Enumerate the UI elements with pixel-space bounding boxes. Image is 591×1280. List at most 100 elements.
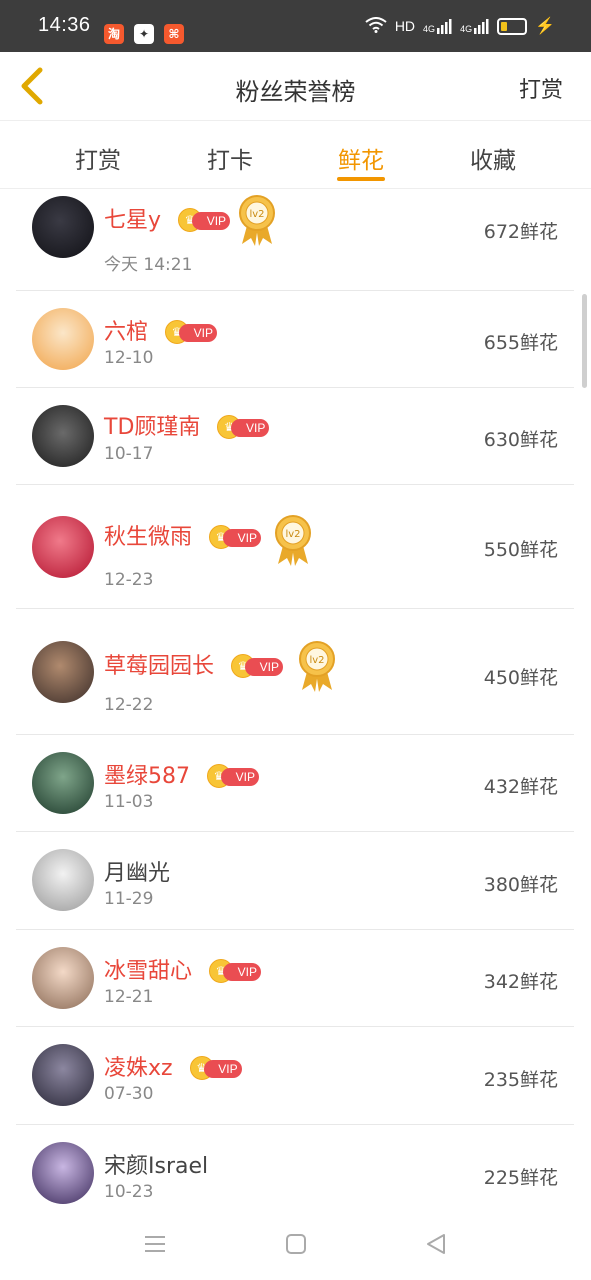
user-name-text: 凌姝xz [104,1056,173,1081]
user-name[interactable]: 墨绿587 ♛ VIP [104,758,259,790]
list-item[interactable]: 凌姝xz ♛ VIP 07-30 235鲜花 [16,1026,574,1125]
vip-label: VIP [245,658,284,676]
avatar[interactable] [32,849,94,911]
time-label: 12-21 [104,987,154,1007]
svg-text:lv2: lv2 [309,655,324,666]
tab-checkin[interactable]: 打卡 [180,141,280,175]
vip-label: VIP [231,419,270,437]
vip-badge: ♛ VIP [209,959,262,983]
user-name-text: 墨绿587 [104,764,190,789]
list-item[interactable]: 七星y ♛ VIP lv2 今天 14:21 672鲜花 [16,188,574,291]
time-label: 10-17 [104,444,154,464]
vip-label: VIP [223,963,262,981]
tab-flowers[interactable]: 鲜花 [311,141,411,175]
list-item[interactable]: TD顾瑾南 ♛ VIP 10-17 630鲜花 [16,387,574,485]
vip-badge: ♛ VIP [165,320,218,344]
user-name-text: 宋颜Israel [104,1154,209,1179]
menu-icon[interactable] [143,1232,167,1256]
flower-count: 432鲜花 [483,776,558,798]
user-name-text: 六棺 [104,320,149,345]
time-label: 11-29 [104,889,154,909]
list-item[interactable]: 六棺 ♛ VIP 12-10 655鲜花 [16,290,574,388]
svg-text:lv2: lv2 [249,209,264,220]
signal-4g-icon: 4G [423,18,452,34]
flower-count: 235鲜花 [483,1069,558,1091]
vip-label: VIP [203,1060,242,1078]
user-name-text: 月幽光 [104,861,171,886]
user-name-text: TD顾瑾南 [104,415,201,440]
avatar[interactable] [32,405,94,467]
back-icon[interactable] [424,1232,448,1256]
time-label: 12-23 [104,570,154,590]
vip-badge: ♛ VIP [217,415,270,439]
list-item[interactable]: 墨绿587 ♛ VIP 11-03 432鲜花 [16,734,574,832]
vip-badge: ♛ VIP [231,654,284,678]
flower-count: 225鲜花 [483,1167,558,1189]
vip-label: VIP [179,324,218,342]
wifi-icon [365,16,387,36]
user-name[interactable]: 六棺 ♛ VIP [104,314,218,346]
tab-bar: 打赏 打卡 鲜花 收藏 [0,121,591,189]
status-bar: 14:36 淘 ✦ ⌘ HD 4G 4G ⚡ [0,0,591,52]
flower-count: 380鲜花 [483,874,558,896]
user-name[interactable]: 冰雪甜心 ♛ VIP [104,953,262,985]
list-item[interactable]: 月幽光 11-29 380鲜花 [16,831,574,930]
vip-badge: ♛ VIP [209,525,262,549]
time-label: 11-03 [104,792,154,812]
system-nav-bar [0,1210,591,1280]
list-item[interactable]: 冰雪甜心 ♛ VIP 12-21 342鲜花 [16,929,574,1027]
scrollbar[interactable] [582,294,587,388]
medal-icon: lv2 [238,194,276,246]
vip-label: VIP [223,529,262,547]
flower-count: 655鲜花 [483,332,558,354]
avatar[interactable] [32,641,94,703]
user-name[interactable]: 草莓园园长 ♛ VIP [104,648,284,680]
flower-count: 550鲜花 [483,539,558,561]
list-item[interactable]: 草莓园园长 ♛ VIP lv2 12-22 450鲜花 [16,608,574,735]
medal-icon: lv2 [298,640,336,692]
user-name-text: 草莓园园长 [104,654,215,679]
user-name[interactable]: 月幽光 [104,855,170,887]
medal-icon: lv2 [274,514,312,566]
user-name[interactable]: 凌姝xz ♛ VIP [104,1050,242,1082]
vip-badge: ♛ VIP [189,1056,242,1080]
battery-icon [497,17,528,35]
avatar[interactable] [32,196,94,258]
signal-label-2: 4G [460,24,473,34]
signal-4g-icon-2: 4G [460,18,489,34]
user-name[interactable]: TD顾瑾南 ♛ VIP [104,409,270,441]
flower-count: 342鲜花 [483,971,558,993]
vip-badge: ♛ VIP [207,764,259,788]
tab-reward[interactable]: 打赏 [48,141,148,175]
user-name-text: 秋生微雨 [104,525,193,550]
tab-active-indicator [337,177,385,181]
user-name[interactable]: 秋生微雨 ♛ VIP [104,519,262,551]
flower-count: 630鲜花 [483,429,558,451]
avatar[interactable] [32,1142,94,1204]
avatar[interactable] [32,516,94,578]
avatar[interactable] [32,752,94,814]
avatar[interactable] [32,1044,94,1106]
flower-count: 450鲜花 [483,667,558,689]
list-item[interactable]: 宋颜Israel 10-23 225鲜花 [16,1124,574,1210]
signal-label: 4G [423,24,436,34]
vip-label: VIP [192,212,231,230]
avatar[interactable] [32,947,94,1009]
bird-app-icon: ✦ [134,24,154,44]
user-name[interactable]: 七星y ♛ VIP [104,202,231,234]
hd-indicator: HD [394,18,416,34]
vip-badge: ♛ VIP [178,208,231,232]
taobao-app-icon: 淘 [104,24,124,44]
status-time: 14:36 [38,14,91,36]
time-label: 10-23 [104,1182,154,1202]
page-title: 粉丝荣誉榜 [235,78,356,106]
avatar[interactable] [32,308,94,370]
time-label: 今天 14:21 [104,255,193,275]
home-icon[interactable] [284,1232,308,1256]
svg-text:lv2: lv2 [285,529,300,540]
tab-favorites[interactable]: 收藏 [443,141,543,175]
reward-button[interactable]: 打赏 [519,72,563,104]
list-item[interactable]: 秋生微雨 ♛ VIP lv2 12-23 550鲜花 [16,484,574,609]
charging-icon: ⚡ [535,18,555,35]
user-name[interactable]: 宋颜Israel [104,1148,208,1180]
